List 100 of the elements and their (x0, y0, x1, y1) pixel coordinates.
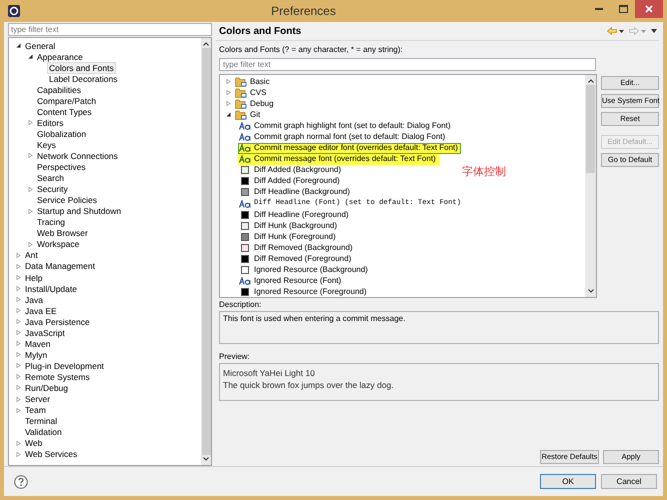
list-item[interactable]: Diff Hunk (Background) (238, 220, 340, 232)
tree-item[interactable]: Ant (23, 249, 40, 262)
expand-icon[interactable] (16, 452, 21, 457)
tree-item[interactable]: Service Policies (35, 194, 99, 206)
expand-icon[interactable] (16, 308, 21, 314)
tree-item[interactable]: Maven (23, 338, 53, 350)
expand-icon[interactable] (16, 352, 21, 358)
tree-item[interactable]: Web (23, 437, 44, 450)
list-item[interactable]: Basic (234, 76, 273, 88)
filter-field[interactable]: type filter text (223, 60, 271, 68)
expand-icon[interactable] (16, 396, 21, 402)
filter-field[interactable]: type filter text (11, 26, 59, 34)
tree-item[interactable]: Java Persistence (23, 316, 92, 328)
close-icon[interactable] (645, 5, 653, 13)
tree-item[interactable]: Content Types (35, 106, 94, 118)
expand-icon[interactable] (16, 408, 21, 413)
tree-item[interactable]: Globalization (35, 128, 88, 140)
tree-item[interactable]: Remote Systems (23, 370, 92, 383)
collapse-icon[interactable] (28, 54, 33, 60)
expand-icon[interactable] (16, 252, 21, 258)
collapse-icon[interactable] (226, 112, 231, 118)
list-item[interactable]: Diff Added (Background) (238, 164, 344, 176)
tree-item[interactable]: Install/Update (23, 282, 79, 295)
scrollbar[interactable] (201, 38, 211, 465)
tree-item[interactable]: Validation (23, 426, 64, 438)
list-item[interactable]: Git (234, 109, 264, 120)
expand-icon[interactable] (16, 319, 21, 324)
tree-item[interactable]: Help (23, 272, 44, 284)
list-item[interactable]: Ignored Resource (Background) (238, 264, 371, 276)
expand-icon[interactable] (16, 440, 21, 446)
tree-item[interactable]: Keys (35, 138, 58, 151)
tree-item[interactable]: Network Connections (35, 150, 120, 162)
tree-item[interactable]: Java (23, 294, 45, 306)
tree-item[interactable]: Perspectives (35, 161, 88, 174)
tree-item[interactable]: General (23, 40, 58, 52)
tree-item[interactable]: Appearance (35, 50, 85, 63)
tree-item[interactable]: Compare/Patch (35, 94, 98, 107)
list-item[interactable]: Ignored Resource (Foreground) (238, 286, 370, 297)
list-item[interactable]: Ignored Resource (Font) (238, 276, 344, 287)
tree-item[interactable]: JavaScript (23, 326, 67, 339)
help-icon[interactable] (14, 474, 28, 488)
expand-icon[interactable] (28, 120, 33, 126)
expand-icon[interactable] (16, 264, 21, 269)
tree-item[interactable]: Plug-in Development (23, 360, 106, 372)
expand-icon[interactable] (28, 186, 33, 192)
expand-icon[interactable] (226, 90, 231, 96)
list-item[interactable]: Diff Removed (Foreground) (238, 254, 354, 265)
expand-icon[interactable] (28, 153, 33, 158)
tree-item[interactable]: Workspace (35, 238, 82, 250)
tree-item[interactable]: Java EE (23, 304, 59, 317)
tree-item[interactable]: Colors and Fonts (47, 62, 116, 74)
list-item[interactable]: CVS (234, 87, 270, 98)
list-item[interactable]: Debug (234, 98, 277, 110)
close-button[interactable] (635, 0, 663, 18)
tree-item[interactable]: Label Decorations (47, 72, 120, 85)
scrollbar[interactable] (585, 75, 596, 297)
tree-item[interactable]: Web Browser (35, 227, 90, 240)
list-item[interactable]: Commit message font (overrides default: Text Font) (238, 154, 439, 165)
expand-icon[interactable] (16, 385, 21, 390)
tree-item[interactable]: Server (23, 393, 52, 406)
tree-item[interactable]: Terminal (23, 415, 60, 428)
dialog-button[interactable]: Cancel (601, 474, 657, 489)
maximize-icon[interactable] (618, 5, 628, 13)
tree-item[interactable]: Run/Debug (23, 382, 70, 394)
scroll-down-icon[interactable] (588, 289, 594, 293)
list-item[interactable]: Diff Added (Foreground) (238, 176, 343, 187)
list-item[interactable]: Diff Hunk (Foreground) (238, 231, 339, 242)
expand-icon[interactable] (28, 208, 33, 214)
forward-icon[interactable] (629, 27, 639, 35)
expand-icon[interactable] (16, 286, 21, 292)
expand-icon[interactable] (16, 330, 21, 336)
tree-item[interactable]: Search (35, 172, 66, 184)
scroll-down-icon[interactable] (203, 457, 209, 461)
tree-item[interactable]: Capabilities (35, 84, 83, 96)
list-item[interactable]: Diff Removed (Background) (238, 242, 356, 254)
list-item[interactable]: Diff Headline (Foreground) (238, 209, 352, 220)
view-menu-icon[interactable] (651, 29, 657, 33)
tree-item[interactable]: Data Management (23, 260, 97, 272)
expand-icon[interactable] (16, 297, 21, 302)
scroll-up-icon[interactable] (588, 79, 594, 83)
expand-icon[interactable] (28, 242, 33, 247)
tree-item[interactable]: Security (35, 183, 70, 196)
list-item[interactable]: Commit message editor font (overrides default: Text Font) (238, 142, 461, 154)
tree-item[interactable]: Team (23, 404, 48, 416)
tree-item[interactable]: Mylyn (23, 348, 50, 361)
dialog-button[interactable]: OK (540, 474, 596, 489)
expand-icon[interactable] (226, 101, 231, 106)
tree-item[interactable]: Tracing (35, 216, 68, 228)
expand-icon[interactable] (16, 363, 21, 368)
list-item[interactable]: Diff Headline (Background) (238, 186, 353, 198)
list-item[interactable]: Commit graph highlight font (set to default: Dialog Font) (238, 120, 454, 132)
tree-item[interactable]: Web Services (23, 448, 80, 460)
expand-icon[interactable] (16, 341, 21, 346)
tree-item[interactable]: Editors (35, 116, 66, 129)
scroll-up-icon[interactable] (203, 42, 209, 46)
expand-icon[interactable] (16, 275, 21, 280)
dropdown-icon[interactable] (619, 30, 624, 32)
tree-item[interactable]: Startup and Shutdown (35, 205, 124, 218)
expand-icon[interactable] (226, 79, 231, 84)
collapse-icon[interactable] (16, 43, 21, 48)
